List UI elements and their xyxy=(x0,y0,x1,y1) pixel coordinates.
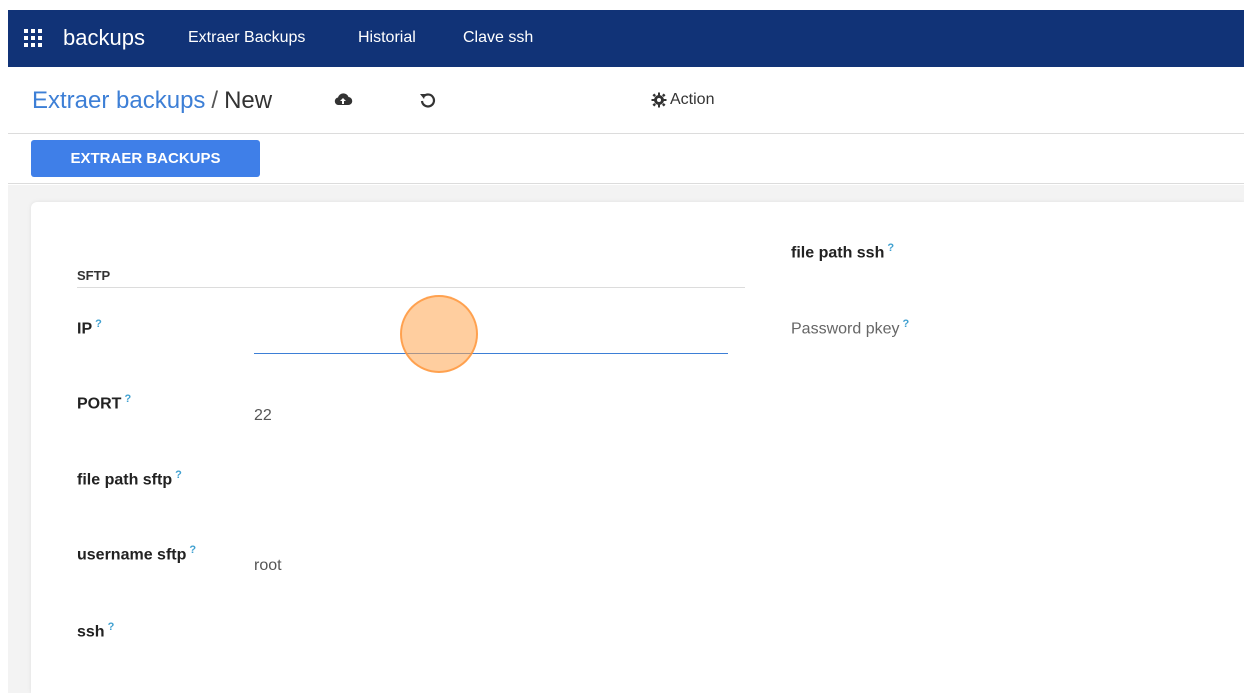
username-sftp-help-tooltip[interactable]: ? xyxy=(189,544,196,556)
nav-item-historial[interactable]: Historial xyxy=(358,29,416,47)
top-navbar: backups Extraer Backups Historial Clave … xyxy=(8,10,1244,67)
breadcrumb-separator: / xyxy=(211,87,219,114)
status-bar: EXTRAER BACKUPS xyxy=(8,134,1244,184)
port-label: PORT? xyxy=(77,393,132,413)
breadcrumb: Extraer backups / New xyxy=(32,87,272,115)
app-window: backups Extraer Backups Historial Clave … xyxy=(8,10,1244,693)
port-help-tooltip[interactable]: ? xyxy=(124,393,131,405)
control-panel: Extraer backups / New Action xyxy=(8,67,1244,134)
undo-icon[interactable] xyxy=(416,89,438,111)
section-divider xyxy=(77,287,745,288)
username-sftp-label: username sftp? xyxy=(77,544,197,564)
form-view: SFTP IP? PORT? 22 file path sftp? userna… xyxy=(8,185,1244,693)
ip-label: IP? xyxy=(77,318,102,338)
apps-grid-icon[interactable] xyxy=(24,29,42,47)
nav-item-extraer-backups[interactable]: Extraer Backups xyxy=(188,29,305,47)
breadcrumb-current: New xyxy=(224,87,273,114)
section-title-sftp: SFTP xyxy=(77,268,111,283)
ip-input[interactable] xyxy=(254,327,728,354)
nav-item-clave-ssh[interactable]: Clave ssh xyxy=(463,29,533,47)
password-pkey-help-tooltip[interactable]: ? xyxy=(903,318,910,330)
ip-help-tooltip[interactable]: ? xyxy=(95,318,102,330)
cloud-upload-icon[interactable] xyxy=(332,89,354,111)
file-path-ssh-label: file path ssh? xyxy=(791,242,895,262)
file-path-ssh-help-tooltip[interactable]: ? xyxy=(887,242,894,254)
file-path-sftp-label: file path sftp? xyxy=(77,469,182,489)
form-sheet: SFTP IP? PORT? 22 file path sftp? userna… xyxy=(31,202,1244,693)
breadcrumb-link[interactable]: Extraer backups xyxy=(32,87,205,114)
password-pkey-label: Password pkey? xyxy=(791,318,910,338)
ssh-help-tooltip[interactable]: ? xyxy=(108,621,115,633)
file-path-sftp-help-tooltip[interactable]: ? xyxy=(175,469,182,481)
ssh-field[interactable] xyxy=(254,621,728,643)
gear-icon xyxy=(651,92,667,108)
port-field[interactable]: 22 xyxy=(254,407,272,425)
app-brand[interactable]: backups xyxy=(63,25,145,51)
action-label: Action xyxy=(670,91,715,108)
username-sftp-field[interactable]: root xyxy=(254,557,282,575)
extraer-backups-button[interactable]: EXTRAER BACKUPS xyxy=(31,140,260,177)
file-path-sftp-field[interactable] xyxy=(254,469,728,491)
action-menu-button[interactable]: Action xyxy=(651,91,714,109)
ssh-label: ssh? xyxy=(77,621,115,641)
